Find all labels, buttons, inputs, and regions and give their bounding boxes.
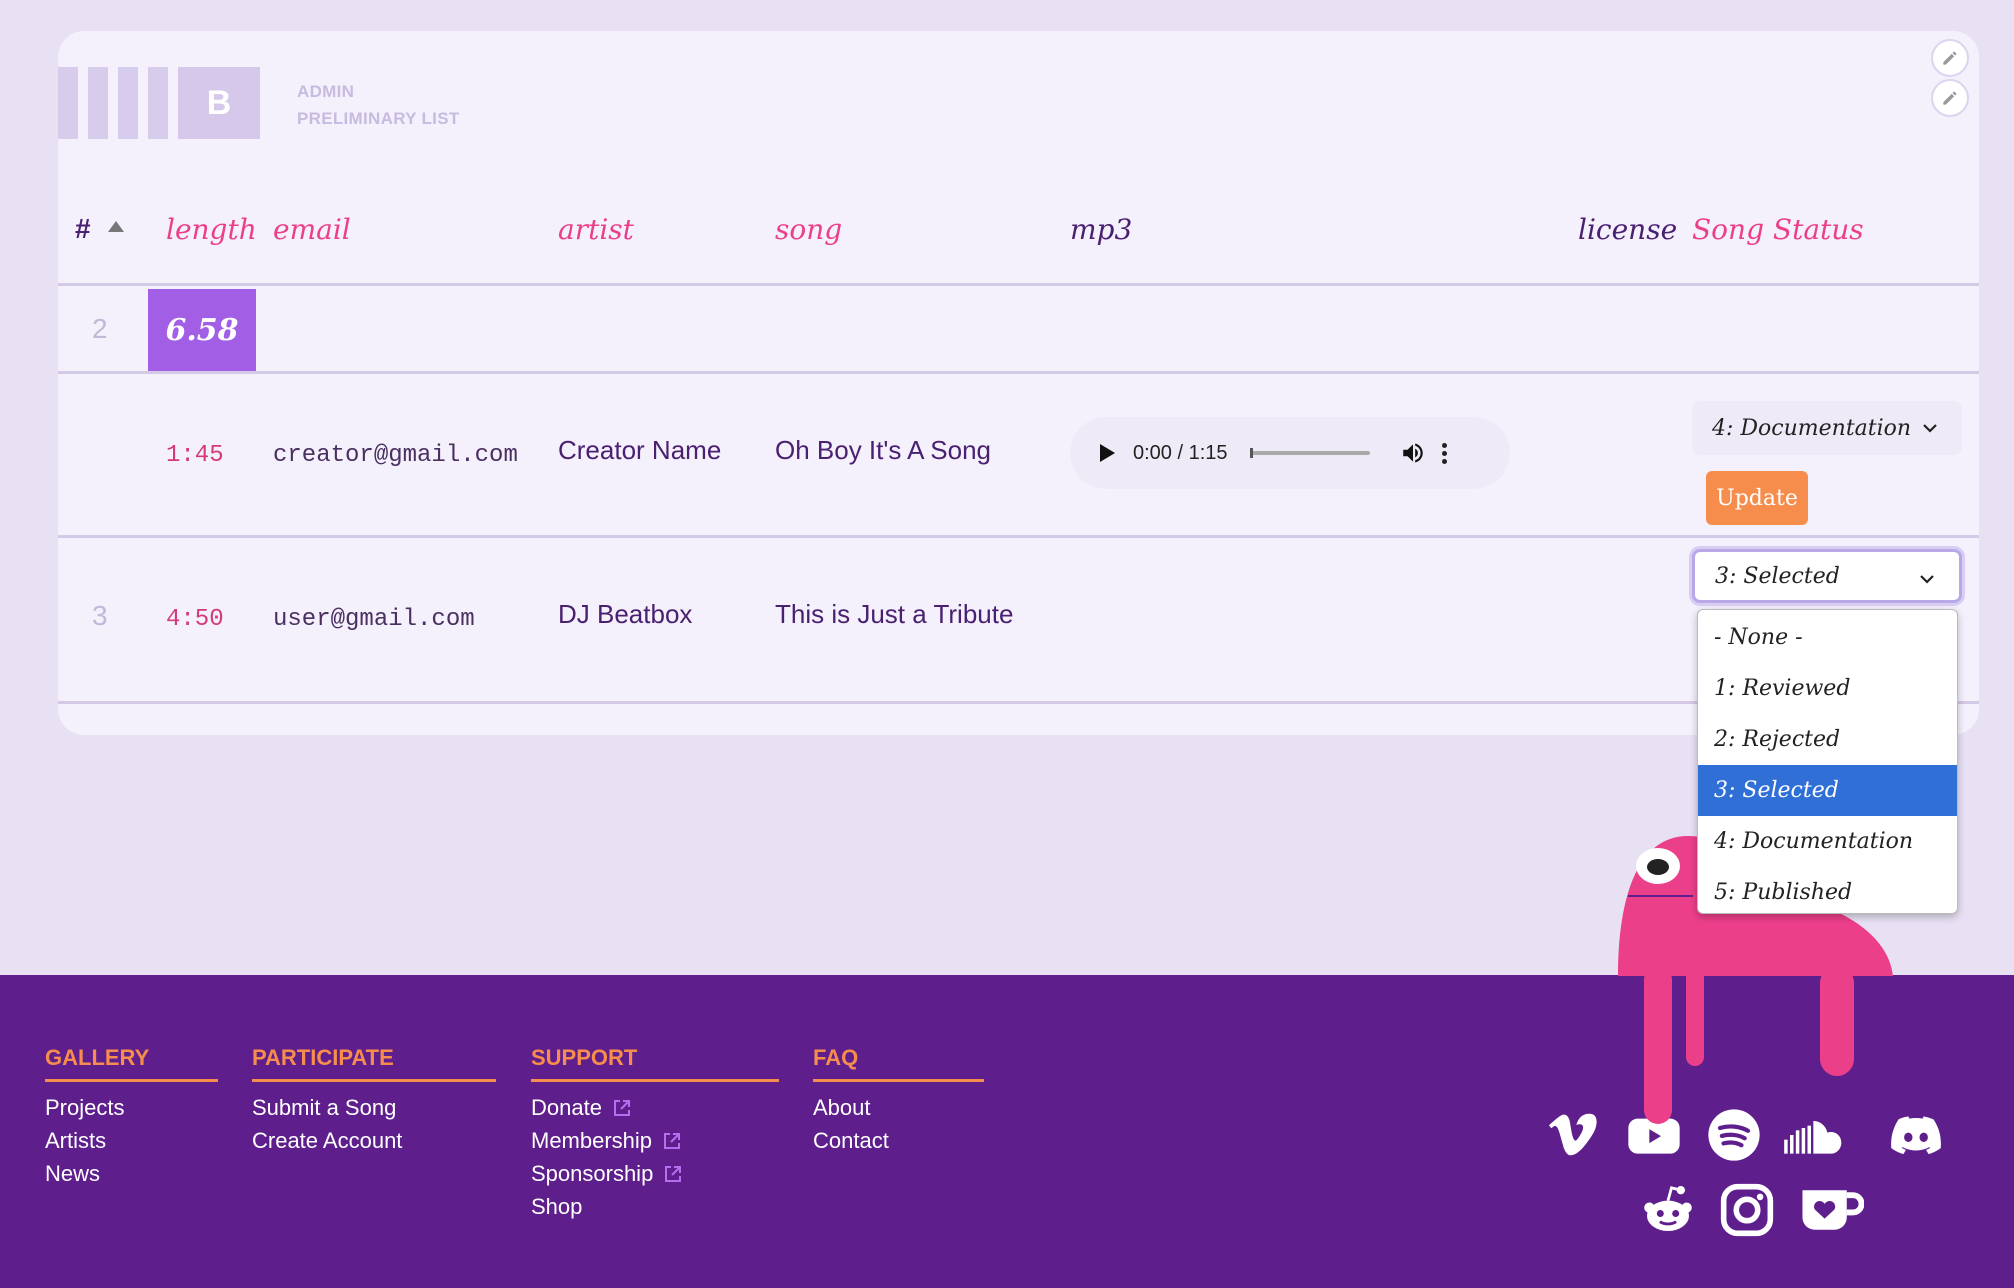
status-option-rejected[interactable]: 2: Rejected <box>1698 714 1957 765</box>
divider <box>58 535 1979 538</box>
kofi-icon[interactable] <box>1798 1180 1866 1240</box>
admin-card: B ADMIN PRELIMINARY LIST # length email … <box>58 31 1979 735</box>
footer-support: SUPPORT Donate Membership Sponsorship Sh… <box>531 1045 779 1219</box>
column-header-song[interactable]: song <box>775 213 842 246</box>
audio-progress-slider[interactable] <box>1249 448 1370 458</box>
play-icon[interactable] <box>1100 444 1115 462</box>
external-link-icon <box>665 1166 682 1182</box>
status-select[interactable]: 4: Documentation <box>1692 401 1962 455</box>
volume-icon[interactable] <box>1400 440 1426 466</box>
pencil-icon <box>1943 51 1957 65</box>
divider <box>58 371 1979 374</box>
status-option-reviewed[interactable]: 1: Reviewed <box>1698 663 1957 714</box>
group-number: 2 <box>92 313 108 344</box>
group-total-length: 6.58 <box>148 289 256 371</box>
footer-link-label: Donate <box>531 1095 602 1120</box>
logo-bar <box>58 67 78 139</box>
row-number: 3 <box>92 600 108 631</box>
footer-heading[interactable]: GALLERY <box>45 1045 218 1082</box>
chevron-down-icon <box>1923 424 1937 433</box>
footer-participate: PARTICIPATE Submit a Song Create Account <box>252 1045 496 1153</box>
breadcrumb: ADMIN PRELIMINARY LIST <box>297 78 460 132</box>
status-option-published[interactable]: 5: Published <box>1698 867 1957 918</box>
footer-heading[interactable]: PARTICIPATE <box>252 1045 496 1082</box>
row-song: Oh Boy It's A Song <box>775 435 991 465</box>
audio-player: 0:00 / 1:15 <box>1070 417 1510 489</box>
row-artist: DJ Beatbox <box>558 599 693 629</box>
column-header-email[interactable]: email <box>273 213 351 246</box>
external-link-icon <box>613 1100 630 1116</box>
edit-button[interactable] <box>1931 39 1969 77</box>
status-select-value: 3: Selected <box>1715 563 1840 589</box>
footer-link-artists[interactable]: Artists <box>45 1129 218 1153</box>
footer-faq: FAQ About Contact <box>813 1045 984 1153</box>
breadcrumb-preliminary-list: PRELIMINARY LIST <box>297 109 460 128</box>
chevron-down-icon <box>1920 575 1934 584</box>
footer-link-contact[interactable]: Contact <box>813 1129 984 1153</box>
footer-link-membership[interactable]: Membership <box>531 1129 779 1153</box>
sort-ascending-icon[interactable] <box>108 221 124 232</box>
external-link-icon <box>664 1133 681 1149</box>
divider <box>58 283 1979 286</box>
logo-bar <box>118 67 138 139</box>
status-select-value: 4: Documentation <box>1712 415 1912 441</box>
footer-link-shop[interactable]: Shop <box>531 1195 779 1219</box>
status-select-open[interactable]: 3: Selected <box>1692 549 1962 603</box>
column-header-length[interactable]: length <box>166 213 257 246</box>
vimeo-icon[interactable] <box>1543 1105 1603 1165</box>
footer-link-label: Membership <box>531 1128 653 1153</box>
pencil-icon <box>1943 91 1957 105</box>
site-logo[interactable]: B <box>58 67 260 139</box>
instagram-icon[interactable] <box>1717 1180 1777 1240</box>
row-email: creator@gmail.com <box>273 442 518 469</box>
more-options-icon[interactable] <box>1441 442 1448 464</box>
column-header-artist[interactable]: artist <box>558 213 634 246</box>
column-header-num[interactable]: # <box>75 213 91 245</box>
footer-link-donate[interactable]: Donate <box>531 1096 779 1120</box>
footer-link-label: Sponsorship <box>531 1161 654 1186</box>
status-option-none[interactable]: - None - <box>1698 612 1957 663</box>
reddit-icon[interactable] <box>1638 1180 1698 1240</box>
column-header-mp3: mp3 <box>1070 213 1133 246</box>
status-option-documentation[interactable]: 4: Documentation <box>1698 816 1957 867</box>
footer-heading[interactable]: FAQ <box>813 1045 984 1082</box>
column-header-license: license <box>1578 213 1678 246</box>
divider <box>58 701 1979 704</box>
footer-link-sponsorship[interactable]: Sponsorship <box>531 1162 779 1186</box>
logo-letter: B <box>178 67 260 139</box>
row-length: 1:45 <box>166 442 224 469</box>
row-song: This is Just a Tribute <box>775 599 1014 629</box>
footer-link-projects[interactable]: Projects <box>45 1096 218 1120</box>
edit-layout-button[interactable] <box>1931 79 1969 117</box>
row-artist: Creator Name <box>558 435 722 465</box>
breadcrumb-admin[interactable]: ADMIN <box>297 78 460 105</box>
update-button[interactable]: Update <box>1706 471 1808 525</box>
status-option-selected[interactable]: 3: Selected <box>1698 765 1957 816</box>
audio-time: 0:00 / 1:15 <box>1133 441 1228 464</box>
logo-bar <box>88 67 108 139</box>
column-header-song-status[interactable]: Song Status <box>1692 213 1864 246</box>
footer-link-submit-song[interactable]: Submit a Song <box>252 1096 496 1120</box>
row-email: user@gmail.com <box>273 606 475 633</box>
status-dropdown-list: - None - 1: Reviewed 2: Rejected 3: Sele… <box>1697 609 1958 914</box>
footer-link-about[interactable]: About <box>813 1096 984 1120</box>
footer-gallery: GALLERY Projects Artists News <box>45 1045 218 1186</box>
footer-link-news[interactable]: News <box>45 1162 218 1186</box>
footer-link-create-account[interactable]: Create Account <box>252 1129 496 1153</box>
footer-heading[interactable]: SUPPORT <box>531 1045 779 1082</box>
logo-bar <box>148 67 168 139</box>
row-length: 4:50 <box>166 606 224 633</box>
